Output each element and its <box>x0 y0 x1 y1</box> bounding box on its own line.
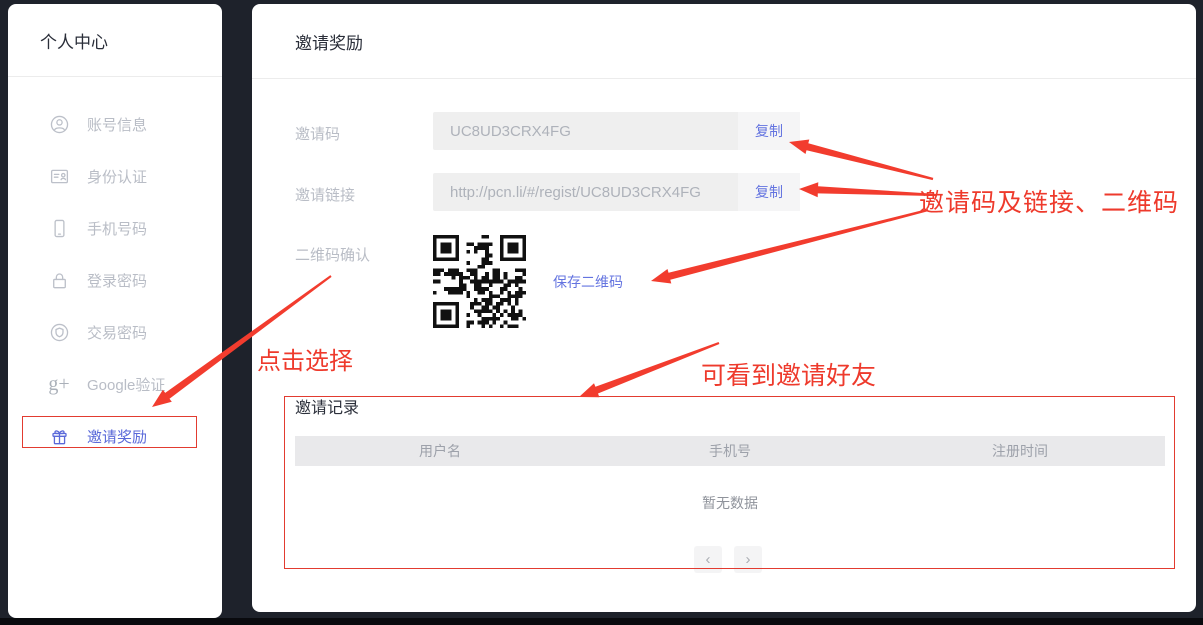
sidebar-item-login-password[interactable]: 登录密码 <box>8 254 222 306</box>
sidebar-item-label: Google验证 <box>87 374 165 395</box>
invite-link-label: 邀请链接 <box>295 184 355 205</box>
sidebar-item-trade-password[interactable]: 交易密码 <box>8 306 222 358</box>
invite-code-value: UC8UD3CRX4FG <box>433 123 738 140</box>
empty-data-text: 暂无数据 <box>295 493 1165 513</box>
save-qr-button[interactable]: 保存二维码 <box>553 272 623 292</box>
sidebar-item-label: 登录密码 <box>87 270 147 291</box>
invite-code-field[interactable]: UC8UD3CRX4FG 复制 <box>433 112 800 150</box>
pagination-next-button[interactable]: › <box>734 546 762 573</box>
sidebar-item-identity[interactable]: 身份认证 <box>8 150 222 202</box>
page-title: 邀请奖励 <box>295 29 363 54</box>
chevron-left-icon: ‹ <box>706 551 711 568</box>
sidebar-item-phone[interactable]: 手机号码 <box>8 202 222 254</box>
sidebar-item-label: 交易密码 <box>87 322 147 343</box>
lock-icon <box>48 269 70 291</box>
qr-label: 二维码确认 <box>295 244 370 265</box>
sidebar-item-label: 邀请奖励 <box>87 426 147 447</box>
sidebar-header: 个人中心 <box>8 4 222 77</box>
records-table-header: 用户名 手机号 注册时间 <box>295 436 1165 466</box>
sidebar-panel: 个人中心 账号信息 身份认证 手机号码 登录密码 <box>8 4 222 618</box>
invite-link-value: http://pcn.li/#/regist/UC8UD3CRX4FG <box>433 184 738 201</box>
sidebar-item-invite-reward[interactable]: 邀请奖励 <box>8 410 222 462</box>
sidebar-item-account-info[interactable]: 账号信息 <box>8 98 222 150</box>
annotation-friends-note: 可看到邀请好友 <box>701 356 876 392</box>
copy-link-button[interactable]: 复制 <box>738 173 800 211</box>
sidebar-item-label: 账号信息 <box>87 114 147 135</box>
sidebar-item-label: 身份认证 <box>87 166 147 187</box>
sidebar-menu: 账号信息 身份认证 手机号码 登录密码 交易密码 <box>8 98 222 462</box>
user-icon <box>48 113 70 135</box>
records-section-title: 邀请记录 <box>295 394 359 418</box>
pagination-prev-button[interactable]: ‹ <box>694 546 722 573</box>
main-panel: 邀请奖励 邀请码 UC8UD3CRX4FG 复制 邀请链接 http://pcn… <box>252 4 1196 612</box>
main-header: 邀请奖励 <box>252 4 1196 79</box>
annotation-click-note: 点击选择 <box>257 341 353 376</box>
shield-icon <box>48 321 70 343</box>
gift-icon <box>48 425 70 447</box>
invite-link-field[interactable]: http://pcn.li/#/regist/UC8UD3CRX4FG 复制 <box>433 173 800 211</box>
column-header-register-time: 注册时间 <box>875 436 1165 466</box>
phone-icon <box>48 217 70 239</box>
qr-code-image <box>431 235 528 328</box>
copy-code-button[interactable]: 复制 <box>738 112 800 150</box>
bottom-band <box>0 618 1203 625</box>
id-card-icon <box>48 165 70 187</box>
invite-code-label: 邀请码 <box>295 123 340 144</box>
sidebar-title: 个人中心 <box>40 28 108 53</box>
google-plus-icon: g+ <box>48 373 70 395</box>
column-header-phone: 手机号 <box>585 436 875 466</box>
chevron-right-icon: › <box>746 551 751 568</box>
annotation-invite-note: 邀请码及链接、二维码 <box>919 183 1179 219</box>
column-header-username: 用户名 <box>295 436 585 466</box>
sidebar-item-google-auth[interactable]: g+ Google验证 <box>8 358 222 410</box>
sidebar-item-label: 手机号码 <box>87 218 147 239</box>
